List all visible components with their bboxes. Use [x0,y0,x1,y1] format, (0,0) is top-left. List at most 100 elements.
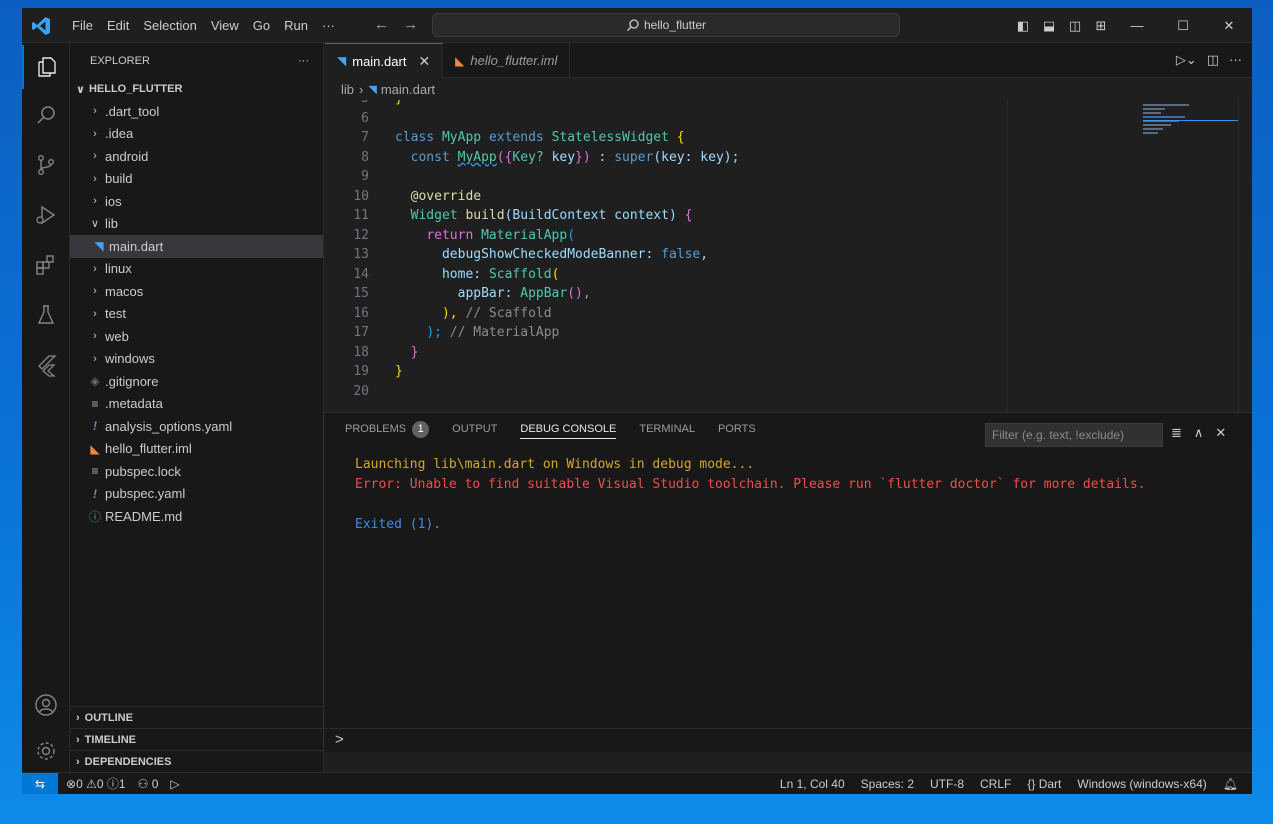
problems-status[interactable]: ⊗0 ⚠0 ⓘ1 [66,775,126,792]
tab-main-dart[interactable]: ◥ main.dart ✕ [325,43,444,78]
tab-ports[interactable]: PORTS [718,413,756,445]
editor-scrollbar[interactable] [1238,100,1252,412]
clear-console-icon[interactable]: ≣ [1171,425,1182,441]
console-filter-input[interactable]: Filter (e.g. text, !exclude) [985,423,1163,447]
tree-folder[interactable]: › web [70,325,323,348]
tree-file[interactable]: ◥ main.dart [70,235,323,258]
menu-run[interactable]: Run [277,18,315,33]
remote-indicator-icon[interactable]: ⇆ [22,772,58,794]
tree-folder[interactable]: › build [70,168,323,191]
menu-more[interactable]: ··· [315,18,342,33]
tree-item-label: analysis_options.yaml [105,418,233,434]
breadcrumb-folder[interactable]: lib [341,82,354,97]
toggle-sidebar-icon[interactable]: ◧ [1010,18,1036,34]
tab-hello-flutter-iml[interactable]: ◣ hello_flutter.iml [443,43,571,78]
workspace-root[interactable]: ∨ HELLO_FLUTTER [70,78,323,100]
tree-file[interactable]: ⓘ README.md [70,505,323,528]
breadcrumb-file[interactable]: main.dart [381,82,435,97]
tab-terminal[interactable]: TERMINAL [639,413,695,445]
status-left: ⊗0 ⚠0 ⓘ1 ⚇ 0 ▷ [66,775,180,792]
command-center-search[interactable]: hello_flutter [432,13,900,37]
cursor-position[interactable]: Ln 1, Col 40 [780,777,845,791]
dependencies-section[interactable]: › DEPENDENCIES [70,750,323,772]
toggle-panel-icon[interactable]: ⬓ [1036,18,1062,34]
explorer-more-button[interactable]: ··· [298,55,309,67]
tree-folder[interactable]: ∨ lib [70,213,323,236]
timeline-section[interactable]: › TIMELINE [70,728,323,750]
back-arrow-icon[interactable]: ← [374,16,389,33]
code-line: 12 return MaterialApp( [325,226,1007,246]
chevron-right-icon: › [93,262,97,275]
indentation[interactable]: Spaces: 2 [861,777,914,791]
menu-edit[interactable]: Edit [100,18,136,33]
close-window-button[interactable]: ✕ [1206,18,1252,34]
explorer-title: EXPLORER [90,54,150,67]
maximize-button[interactable]: ☐ [1160,18,1206,34]
tree-folder[interactable]: › .idea [70,123,323,146]
console-input[interactable]: > [325,728,1252,752]
minimap[interactable] [1007,100,1252,412]
code-token: AppBar [520,286,568,302]
close-panel-icon[interactable]: ✕ [1215,425,1226,441]
tab-debug-console[interactable]: DEBUG CONSOLE [520,419,617,439]
tree-folder[interactable]: › test [70,303,323,326]
maximize-panel-icon[interactable]: ∧ [1194,425,1204,441]
line-number: 15 [353,286,369,302]
accounts-icon[interactable] [22,683,70,727]
tree-file[interactable]: ◈ .gitignore [70,370,323,393]
menu-go[interactable]: Go [246,18,277,33]
menu-file[interactable]: File [65,18,100,33]
menu-selection[interactable]: Selection [136,18,203,33]
chevron-right-icon: › [93,330,97,343]
search-activity-icon[interactable] [22,93,70,137]
split-editor-icon[interactable]: ◫ [1207,52,1219,68]
code-token: const [410,149,450,165]
settings-gear-icon[interactable] [22,729,70,773]
line-number: 5 [325,100,369,106]
tree-item-label: .gitignore [105,373,159,389]
menu-view[interactable]: View [204,18,246,33]
tree-folder[interactable]: › linux [70,258,323,281]
outline-section[interactable]: › OUTLINE [70,706,323,728]
debug-status-icon[interactable]: ▷ [170,777,179,791]
more-actions-icon[interactable]: ··· [1229,52,1242,68]
close-tab-icon[interactable]: ✕ [418,53,430,70]
tree-file[interactable]: ! analysis_options.yaml [70,415,323,438]
run-debug-icon[interactable] [22,193,70,237]
explorer-icon[interactable] [22,45,70,89]
tree-folder[interactable]: › android [70,145,323,168]
language-mode[interactable]: {} Dart [1027,777,1061,791]
tab-output[interactable]: OUTPUT [452,413,497,445]
code-line: 10 @override [325,187,1007,207]
ports-status[interactable]: ⚇ 0 [138,777,159,791]
console-line: Exited (1). [355,517,442,532]
tree-folder[interactable]: › macos [70,280,323,303]
end-of-line[interactable]: CRLF [980,777,1011,791]
notifications-bell-icon[interactable]: 🔔︎ [1223,777,1238,791]
file-encoding[interactable]: UTF-8 [930,777,964,791]
toggle-secondary-sidebar-icon[interactable]: ◫ [1062,18,1088,34]
minimize-button[interactable]: — [1114,18,1160,33]
flutter-icon[interactable] [22,343,70,387]
testing-icon[interactable] [22,293,70,337]
tree-file[interactable]: ◣ hello_flutter.iml [70,438,323,461]
tree-folder[interactable]: › ios [70,190,323,213]
tab-problems[interactable]: PROBLEMS 1 [345,413,430,445]
extensions-icon[interactable] [22,243,70,287]
customize-layout-icon[interactable]: ⊞ [1088,18,1114,34]
chevron-right-icon: › [93,172,97,185]
tree-folder[interactable]: › .dart_tool [70,100,323,123]
chevron-right-icon: › [93,307,97,320]
code-token: false [661,247,701,263]
code-editor[interactable]: 5} 6 7 class MyApp extends StatelessWidge… [325,100,1007,412]
tree-file[interactable]: ≡ pubspec.lock [70,460,323,483]
tree-file[interactable]: ≡ .metadata [70,393,323,416]
forward-arrow-icon[interactable]: → [403,16,418,33]
run-debug-dropdown-icon[interactable]: ▷⌄ [1176,52,1197,68]
code-token: MyApp [457,149,497,165]
tree-folder[interactable]: › windows [70,348,323,371]
flutter-device[interactable]: Windows (windows-x64) [1077,777,1206,791]
code-token: debugShowCheckedModeBanner: [441,247,654,263]
tree-file[interactable]: ! pubspec.yaml [70,483,323,506]
source-control-icon[interactable] [22,143,70,187]
